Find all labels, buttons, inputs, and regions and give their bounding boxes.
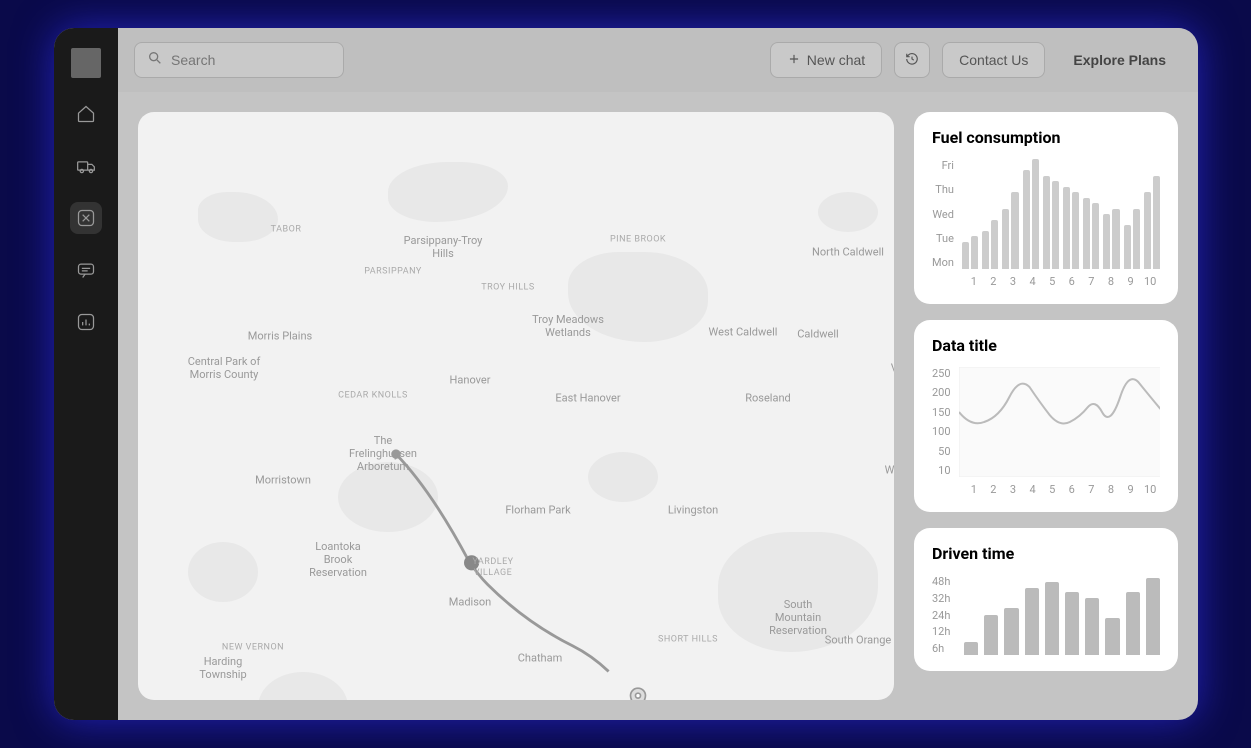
search-input[interactable] xyxy=(171,52,352,68)
app-frame: New chat Contact Us Explore Plans xyxy=(54,28,1198,720)
nav-home[interactable] xyxy=(70,98,102,130)
map-label: TheFrelinghuysenArboretum xyxy=(349,434,417,474)
map-label: NEW VERNON xyxy=(222,643,284,654)
fuel-bars xyxy=(962,159,1160,269)
driven-y-axis: 48h32h24h12h6h xyxy=(932,575,950,655)
new-chat-button[interactable]: New chat xyxy=(770,42,882,78)
search-icon xyxy=(147,50,163,70)
history-icon xyxy=(905,52,919,69)
map-label: YARDLEYVILLAGE xyxy=(472,557,513,579)
map-label: North Caldwell xyxy=(812,245,884,258)
map-label: East Hanover xyxy=(555,391,620,404)
map-label: West Caldwell xyxy=(709,325,778,338)
map-label: Verona xyxy=(891,361,894,374)
map-label: PINE BROOK xyxy=(610,235,666,246)
map-label: SouthMountainReservation xyxy=(769,598,827,638)
explore-plans-button[interactable]: Explore Plans xyxy=(1057,42,1182,78)
fuel-title: Fuel consumption xyxy=(932,128,1160,147)
data-line-chart xyxy=(959,367,1160,477)
map-label: Parsippany-TroyHills xyxy=(404,234,483,260)
new-chat-label: New chat xyxy=(807,52,865,68)
map-label: Madison xyxy=(449,595,492,608)
map-label: PARSIPPANY xyxy=(364,267,422,278)
map-label: Troy MeadowsWetlands xyxy=(532,313,604,339)
map-label: SHORT HILLS xyxy=(658,635,718,646)
map-label: Roseland xyxy=(745,391,791,404)
map-label: Morristown xyxy=(255,473,311,486)
topbar: New chat Contact Us Explore Plans xyxy=(118,28,1198,92)
driven-bars xyxy=(964,575,1160,655)
map-label: HardingTownship xyxy=(199,655,246,681)
map-label: LoantokaBrookReservation xyxy=(309,540,367,580)
map-label: Chatham xyxy=(518,651,563,664)
data-title: Data title xyxy=(932,336,1160,355)
data-x-axis: 12345678910 xyxy=(964,483,1160,496)
app-logo xyxy=(71,48,101,78)
map-label: Morris Plains xyxy=(248,329,312,342)
nav-chat[interactable] xyxy=(70,254,102,286)
explore-label: Explore Plans xyxy=(1073,52,1166,68)
nav-map[interactable] xyxy=(70,202,102,234)
map-panel[interactable]: TABOR Parsippany-TroyHills PARSIPPANY TROY … xyxy=(138,112,894,700)
driven-title: Driven time xyxy=(932,544,1160,563)
fuel-consumption-card: Fuel consumption FriThuWedTueMon 1234567… xyxy=(914,112,1178,304)
plus-icon xyxy=(787,52,801,69)
nav-analytics[interactable] xyxy=(70,306,102,338)
map-label: Florham Park xyxy=(505,503,570,516)
nav-fleet[interactable] xyxy=(70,150,102,182)
side-panels: Fuel consumption FriThuWedTueMon 1234567… xyxy=(914,112,1178,700)
map-label: Maplewood xyxy=(797,699,854,700)
contact-button[interactable]: Contact Us xyxy=(942,42,1045,78)
data-y-axis: 2502001501005010 xyxy=(932,367,951,477)
map-label: Caldwell xyxy=(797,327,838,340)
fuel-x-axis: 12345678910 xyxy=(964,275,1160,288)
map-label: Livingston xyxy=(668,503,718,516)
data-title-card: Data title 2502001501005010 12345678910 xyxy=(914,320,1178,512)
map-label: TABOR xyxy=(271,225,302,236)
fuel-y-axis: FriThuWedTueMon xyxy=(932,159,954,269)
content: TABOR Parsippany-TroyHills PARSIPPANY TROY … xyxy=(118,92,1198,720)
driven-time-card: Driven time 48h32h24h12h6h xyxy=(914,528,1178,671)
map-label: CEDAR KNOLLS xyxy=(338,391,408,402)
map-pin-icon xyxy=(628,686,648,700)
map-label: TROY HILLS xyxy=(481,283,534,294)
search-box[interactable] xyxy=(134,42,344,78)
map-label: Central Park ofMorris County xyxy=(188,355,261,381)
history-button[interactable] xyxy=(894,42,930,78)
map-label: Hanover xyxy=(450,373,491,386)
sidebar xyxy=(54,28,118,720)
map-label: West Orang xyxy=(885,463,894,476)
map-label: South Orange xyxy=(825,633,891,646)
contact-label: Contact Us xyxy=(959,52,1028,68)
